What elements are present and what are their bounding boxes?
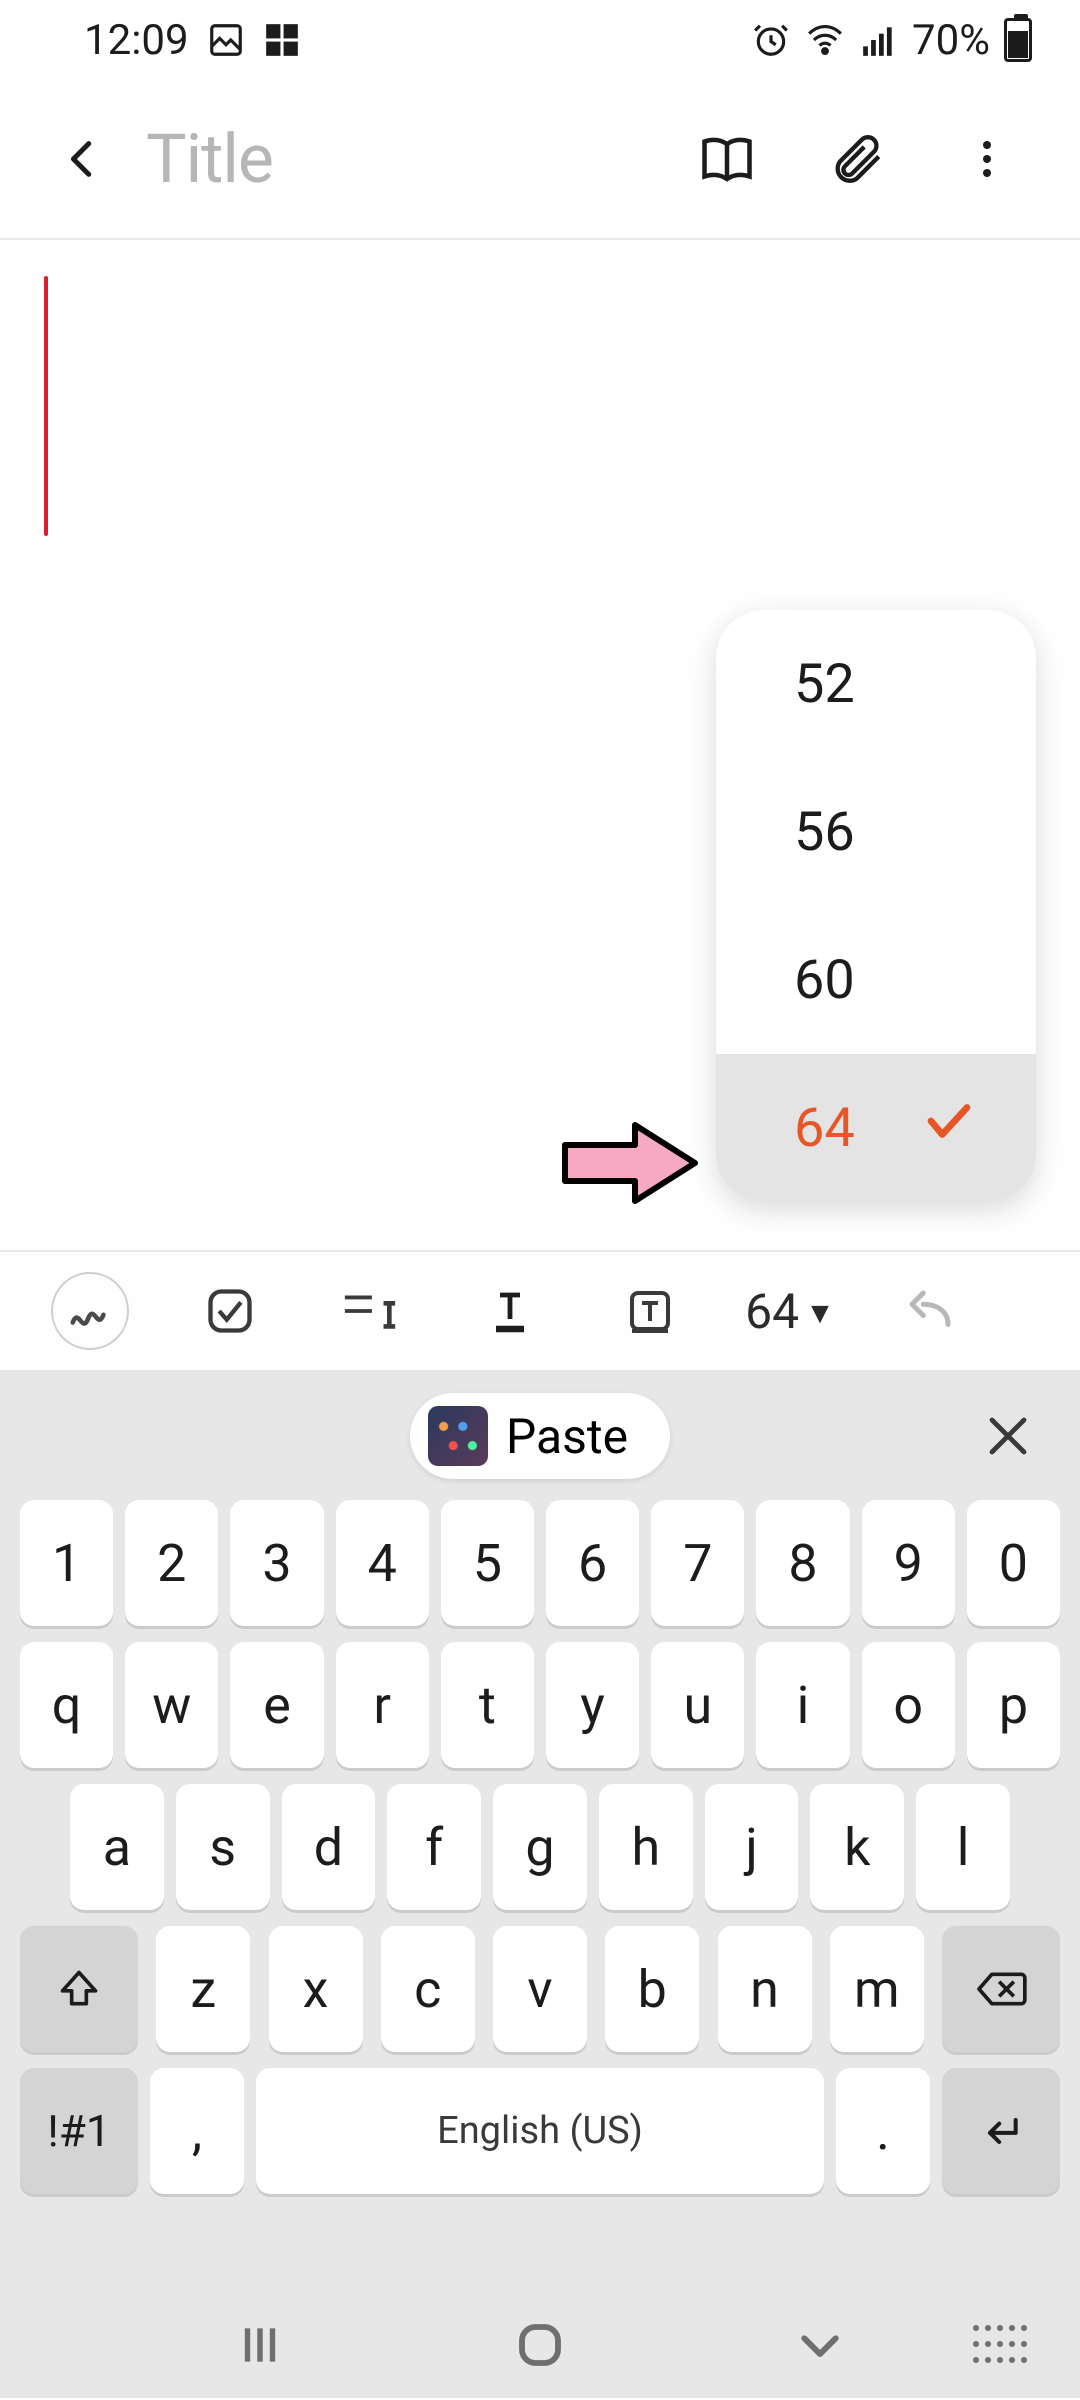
font-size-dropdown[interactable]: 64▼ (720, 1252, 860, 1370)
paste-suggestion[interactable]: Paste (410, 1393, 670, 1479)
clipboard-thumbnail-icon (428, 1406, 488, 1466)
space-key[interactable]: English (US) (256, 2068, 824, 2194)
keyboard-row: a s d f g h j k l (20, 1784, 1060, 1910)
key[interactable]: k (810, 1784, 904, 1910)
backspace-key[interactable] (942, 1926, 1060, 2052)
wifi-icon (804, 21, 846, 59)
key[interactable]: c (381, 1926, 475, 2052)
key[interactable]: p (967, 1642, 1060, 1768)
font-size-option[interactable]: 56 (716, 758, 1036, 906)
key[interactable]: 4 (336, 1500, 429, 1626)
attach-button[interactable] (822, 124, 892, 194)
title-input[interactable]: Title (118, 119, 692, 199)
key[interactable]: 1 (20, 1500, 113, 1626)
text-style-tool[interactable] (300, 1252, 440, 1370)
key[interactable]: q (20, 1642, 113, 1768)
keyboard-row: q w e r t y u i o p (20, 1642, 1060, 1768)
key[interactable]: w (125, 1642, 218, 1768)
signal-icon (860, 21, 898, 59)
status-bar: 12:09 70% (0, 0, 1080, 80)
navigation-bar (0, 2290, 1080, 2400)
recents-button[interactable] (220, 2305, 300, 2385)
keyboard-row: z x c v b n m (20, 1926, 1060, 2052)
key[interactable]: 0 (967, 1500, 1060, 1626)
format-toolbar: 64▼ (0, 1250, 1080, 1370)
key[interactable]: a (70, 1784, 164, 1910)
key[interactable]: 5 (441, 1500, 534, 1626)
key[interactable]: y (546, 1642, 639, 1768)
font-size-option[interactable]: 52 (716, 610, 1036, 758)
annotation-arrow-icon (555, 1115, 705, 1211)
font-size-option-selected[interactable]: 64 (716, 1054, 1036, 1202)
home-button[interactable] (500, 2305, 580, 2385)
key[interactable]: u (651, 1642, 744, 1768)
key[interactable]: 2 (125, 1500, 218, 1626)
font-size-popup: 52 56 60 64 (716, 610, 1036, 1202)
key[interactable]: i (756, 1642, 849, 1768)
key[interactable]: h (599, 1784, 693, 1910)
shift-key[interactable] (20, 1926, 138, 2052)
keyboard: Paste 1 2 3 4 5 6 7 8 9 0 q w e r t y u … (0, 1370, 1080, 2398)
enter-key[interactable] (942, 2068, 1060, 2194)
gallery-icon (207, 21, 245, 59)
key[interactable]: 3 (230, 1500, 323, 1626)
hide-keyboard-button[interactable] (780, 2305, 860, 2385)
reading-mode-button[interactable] (692, 124, 762, 194)
status-time: 12:09 (84, 16, 189, 65)
font-size-option[interactable]: 60 (716, 906, 1036, 1054)
key[interactable]: x (269, 1926, 363, 2052)
battery-icon (1004, 18, 1032, 62)
key[interactable]: v (493, 1926, 587, 2052)
text-cursor (44, 276, 48, 536)
key[interactable]: t (441, 1642, 534, 1768)
screenshot-icon (263, 21, 301, 59)
note-editor[interactable]: 52 56 60 64 (0, 240, 1080, 1250)
back-button[interactable] (48, 124, 118, 194)
key[interactable]: , (150, 2068, 244, 2194)
key[interactable]: s (176, 1784, 270, 1910)
alarm-icon (752, 21, 790, 59)
keyboard-close-button[interactable] (978, 1406, 1038, 1466)
underline-tool[interactable] (440, 1252, 580, 1370)
key[interactable]: n (718, 1926, 812, 2052)
key[interactable]: e (230, 1642, 323, 1768)
key[interactable]: z (156, 1926, 250, 2052)
key[interactable]: 9 (862, 1500, 955, 1626)
keyboard-row: !#1 , English (US) . (20, 2068, 1060, 2194)
key[interactable]: r (336, 1642, 429, 1768)
key[interactable]: 7 (651, 1500, 744, 1626)
title-bar: Title (0, 80, 1080, 240)
more-button[interactable] (952, 124, 1022, 194)
key[interactable]: j (705, 1784, 799, 1910)
key[interactable]: f (387, 1784, 481, 1910)
keyboard-row: 1 2 3 4 5 6 7 8 9 0 (20, 1500, 1060, 1626)
text-box-tool[interactable] (580, 1252, 720, 1370)
keyboard-resize-icon[interactable] (970, 2322, 1030, 2366)
key[interactable]: m (830, 1926, 924, 2052)
check-icon (922, 1094, 976, 1162)
key[interactable]: 6 (546, 1500, 639, 1626)
key[interactable]: d (282, 1784, 376, 1910)
key[interactable]: 8 (756, 1500, 849, 1626)
key[interactable]: o (862, 1642, 955, 1768)
key[interactable]: g (493, 1784, 587, 1910)
checkbox-tool[interactable] (160, 1252, 300, 1370)
key[interactable]: . (836, 2068, 930, 2194)
key[interactable]: b (605, 1926, 699, 2052)
battery-percent: 70% (912, 16, 990, 65)
key[interactable]: l (916, 1784, 1010, 1910)
undo-button[interactable] (860, 1252, 1000, 1370)
symbols-key[interactable]: !#1 (20, 2068, 138, 2194)
pen-tool[interactable] (20, 1252, 160, 1370)
